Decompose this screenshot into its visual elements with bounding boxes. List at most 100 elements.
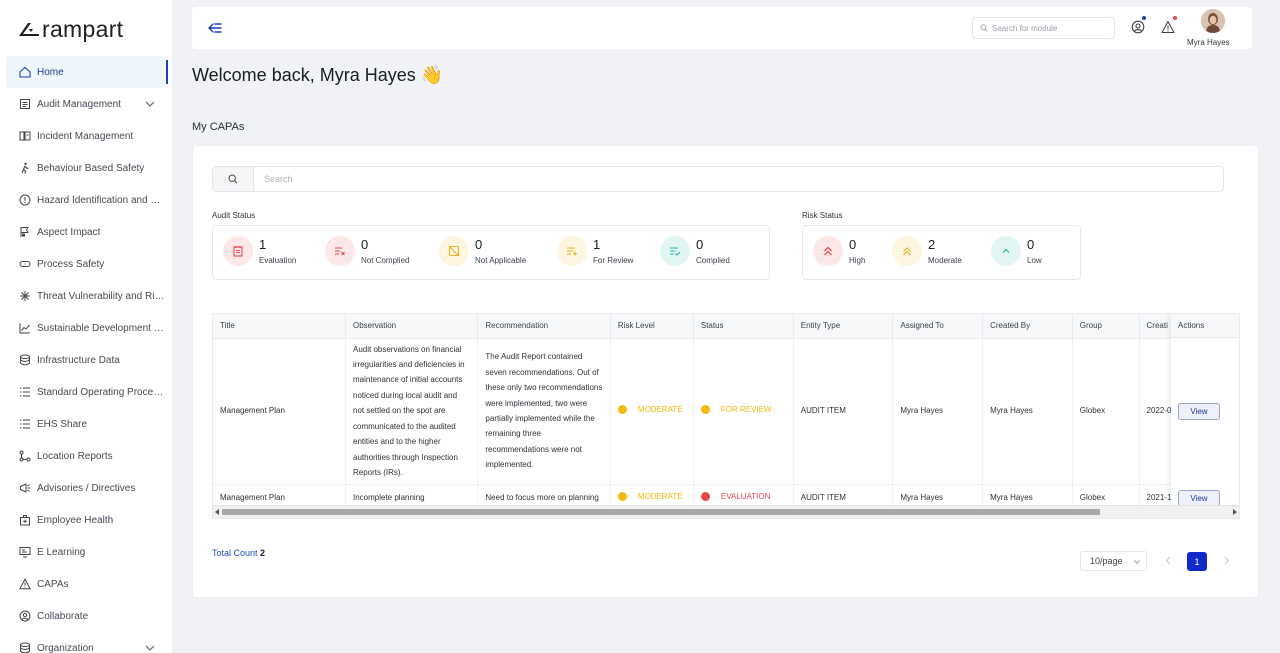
sidebar-item-standard-operating-procedures[interactable]: Standard Operating Procedures — [0, 376, 172, 408]
stat-for-review[interactable]: 1 For Review — [557, 236, 633, 266]
sidebar-item-label: Home — [37, 66, 64, 78]
column-header-entity-type[interactable]: Entity Type — [793, 314, 894, 339]
stat-count: 2 — [928, 237, 936, 252]
module-search-placeholder: Search for module — [992, 23, 1058, 33]
sidebar-item-infrastructure-data[interactable]: Infrastructure Data — [0, 344, 172, 376]
user-settings-icon[interactable] — [1131, 20, 1145, 34]
capa-table: Title Observation Recommendation Risk Level… — [212, 313, 1240, 519]
chevron-down-icon[interactable] — [144, 642, 156, 653]
column-header-title[interactable]: Title — [213, 314, 346, 339]
spark-icon — [19, 290, 31, 302]
stat-moderate[interactable]: 2 Moderate — [892, 236, 962, 266]
sidebar-nav: Home Audit Management Incident Management B… — [0, 56, 172, 653]
total-count-label: Total Count — [212, 548, 258, 558]
actions-column: Actions View View — [1171, 314, 1239, 507]
horizontal-scrollbar[interactable] — [213, 505, 1239, 518]
for-review-icon — [557, 236, 587, 266]
stat-low[interactable]: 0 Low — [991, 236, 1042, 266]
sidebar-item-audit-management[interactable]: Audit Management — [0, 88, 172, 120]
sidebar-item-process-safety[interactable]: Process Safety — [0, 248, 172, 280]
module-search-input[interactable]: Search for module — [972, 17, 1115, 39]
line-chart-icon — [19, 322, 31, 334]
column-header-status[interactable]: Status — [693, 314, 794, 339]
stat-not-applicable[interactable]: 0 Not Applicable — [439, 236, 526, 266]
table-row[interactable]: Management Plan Audit observations on fin… — [213, 338, 1239, 485]
sidebar-item-e-learning[interactable]: E Learning — [0, 536, 172, 568]
stat-caption: For Review — [593, 256, 634, 265]
alert-notification-dot — [1173, 16, 1177, 20]
sidebar-item-label: Hazard Identification and Risk Assessmen… — [37, 194, 165, 206]
sidebar-item-organization[interactable]: Organization — [0, 632, 172, 653]
sidebar-item-location-reports[interactable]: Location Reports — [0, 440, 172, 472]
sidebar-item-label: Employee Health — [37, 514, 114, 526]
stat-complied[interactable]: 0 Complied — [660, 236, 730, 266]
stat-high[interactable]: 0 High — [813, 236, 865, 266]
logo-text: rampart — [42, 15, 124, 42]
status-text: FOR REVIEW — [720, 405, 772, 415]
not-applicable-icon — [439, 236, 469, 266]
walking-person-icon — [19, 162, 31, 174]
scroll-left-icon[interactable] — [215, 509, 219, 515]
page-1-button[interactable]: 1 — [1187, 552, 1207, 571]
alert-circle-icon — [19, 194, 31, 206]
sidebar-item-sustainable-development-report[interactable]: Sustainable Development Report — [0, 312, 172, 344]
sidebar-item-capas[interactable]: CAPAs — [0, 568, 172, 600]
next-page-icon[interactable] — [1222, 556, 1231, 565]
database-icon — [19, 354, 31, 366]
stat-not-complied[interactable]: 0 Not Complied — [325, 236, 409, 266]
sidebar: rampart Home Audit Management Incident Man… — [0, 0, 172, 653]
column-header-recommendation[interactable]: Recommendation — [477, 314, 611, 339]
chevron-down-icon[interactable] — [144, 98, 156, 110]
page-size-select[interactable]: 10/page — [1080, 551, 1147, 571]
chevron-down-icon — [1134, 560, 1140, 565]
search-button[interactable] — [213, 167, 254, 191]
sidebar-item-behaviour-based-safety[interactable]: Behaviour Based Safety — [0, 152, 172, 184]
sidebar-item-aspect-impact[interactable]: Aspect Impact — [0, 216, 172, 248]
column-header-created-by[interactable]: Created By — [982, 314, 1073, 339]
sidebar-item-home[interactable]: Home — [6, 56, 168, 88]
sidebar-item-threat-vulnerability-and-risk-assessment[interactable]: Threat Vulnerability and Risk Assessment — [0, 280, 172, 312]
collapse-menu-icon[interactable] — [208, 21, 222, 35]
view-button[interactable]: View — [1178, 403, 1220, 420]
sidebar-item-label: Incident Management — [37, 130, 134, 142]
alert-triangle-icon[interactable] — [1161, 20, 1175, 34]
megaphone-icon — [19, 482, 31, 494]
stat-count: 1 — [259, 237, 267, 252]
user-notification-dot — [1142, 16, 1146, 20]
sidebar-item-incident-management[interactable]: Incident Management — [0, 120, 172, 152]
capa-table-grid: Title Observation Recommendation Risk Level… — [213, 314, 1239, 512]
total-count-value: 2 — [260, 548, 266, 558]
user-name: Myra Hayes — [1187, 38, 1230, 47]
risk-level-text: MODERATE — [637, 405, 683, 415]
list-icon — [19, 386, 31, 398]
stat-evaluation[interactable]: 1 Evaluation — [223, 236, 296, 266]
sidebar-item-employee-health[interactable]: Employee Health — [0, 504, 172, 536]
scrollbar-thumb[interactable] — [222, 509, 1100, 515]
complied-icon — [660, 236, 690, 266]
sidebar-item-ehs-share[interactable]: EHS Share — [0, 408, 172, 440]
avatar[interactable] — [1201, 9, 1225, 33]
column-header-assigned-to[interactable]: Assigned To — [892, 314, 984, 339]
column-header-group[interactable]: Group — [1072, 314, 1140, 339]
stat-count: 0 — [1027, 237, 1035, 252]
logo[interactable]: rampart — [18, 16, 123, 42]
stat-count: 0 — [361, 237, 369, 252]
cell-title: Management Plan — [213, 338, 346, 485]
cell-observation: Audit observations on financial irregula… — [345, 338, 479, 485]
sidebar-item-hazard-identification-and-risk-assessment[interactable]: Hazard Identification and Risk Assessmen… — [0, 184, 172, 216]
page-size-value: 10/page — [1090, 556, 1123, 566]
stat-count: 0 — [849, 237, 857, 252]
scroll-right-icon[interactable] — [1233, 509, 1237, 515]
stat-caption: High — [849, 256, 866, 265]
sidebar-item-collaborate[interactable]: Collaborate — [0, 600, 172, 632]
column-header-risk-level[interactable]: Risk Level — [610, 314, 694, 339]
prev-page-icon[interactable] — [1164, 556, 1173, 565]
section-title: My CAPAs — [192, 121, 245, 133]
risk-status-label: Risk Status — [802, 211, 843, 220]
column-header-observation[interactable]: Observation — [345, 314, 479, 339]
sidebar-item-advisories-directives[interactable]: Advisories / Directives — [0, 472, 172, 504]
stat-caption: Complied — [696, 256, 730, 265]
search-input[interactable] — [254, 174, 1223, 184]
risk-dot — [617, 491, 627, 501]
sidebar-item-label: Behaviour Based Safety — [37, 162, 145, 174]
